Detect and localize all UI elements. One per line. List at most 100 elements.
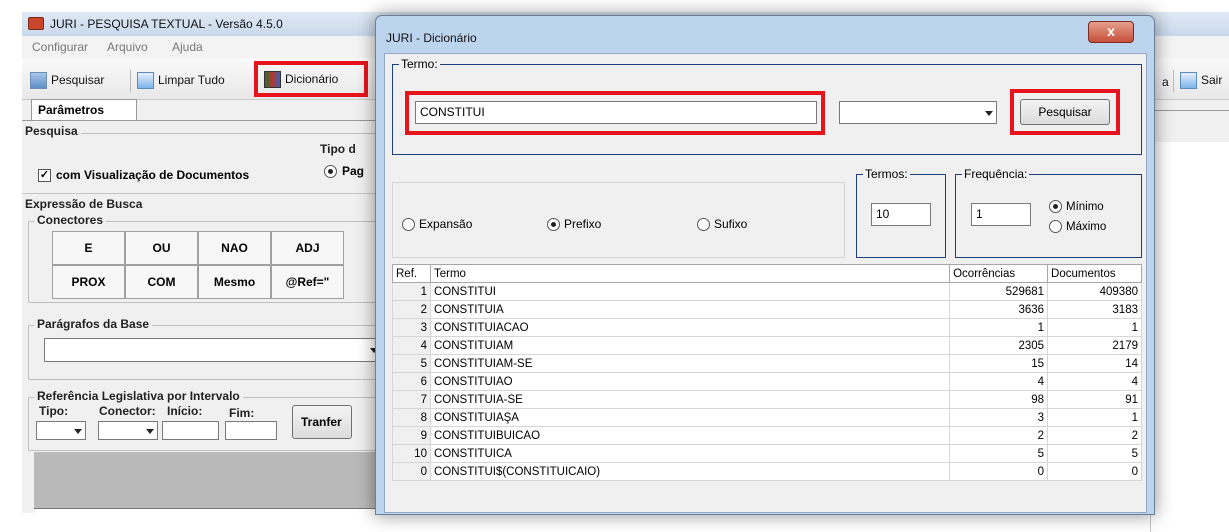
cell-termo: CONSTITUI (429, 282, 951, 301)
fim-field-label: Fim: (229, 406, 255, 420)
limpar-tudo-button[interactable]: Limpar Tudo (137, 70, 225, 90)
minimo-radio[interactable]: Mínimo (1049, 200, 1104, 213)
books-icon (264, 70, 281, 88)
dialog-body: Termo: CONSTITUI Pesquisar Expansão Pref… (384, 53, 1147, 513)
exit-icon (1180, 71, 1197, 89)
toolbar-separator (130, 70, 131, 92)
connector-prox-button[interactable]: PROX (52, 265, 125, 299)
inicio-field-label: Início: (167, 404, 203, 418)
cell-documentos: 1 (1047, 318, 1142, 337)
cell-termo: CONSTITUIAM-SE (429, 354, 951, 373)
menu-arquivo[interactable]: Arquivo (107, 40, 148, 54)
maximo-radio[interactable]: Máximo (1049, 220, 1106, 233)
radio-selected-icon (324, 164, 337, 178)
conector-field-label: Conector: (99, 404, 156, 418)
connector-e-button[interactable]: E (52, 231, 125, 265)
col-ocorrencias[interactable]: Ocorrências (949, 264, 1049, 283)
dicionario-label: Dicionário (285, 72, 339, 86)
inicio-input[interactable] (162, 421, 219, 440)
menu-configurar[interactable]: Configurar (32, 40, 88, 54)
table-row[interactable]: 2 CONSTITUIA 3636 3183 (392, 300, 1142, 319)
col-documentos[interactable]: Documentos (1047, 264, 1142, 283)
frequencia-label: Frequência: (962, 167, 1030, 181)
close-button[interactable]: x (1088, 21, 1134, 43)
connector-nao-button[interactable]: NAO (198, 231, 271, 265)
frequencia-input[interactable]: 1 (971, 203, 1031, 226)
expansao-radio[interactable]: Expansão (402, 217, 472, 231)
dicionario-button[interactable]: Dicionário (254, 61, 368, 97)
menu-ajuda[interactable]: Ajuda (172, 40, 203, 54)
chevron-down-icon (146, 428, 154, 434)
connector-mesmo-button[interactable]: Mesmo (198, 265, 271, 299)
conector-combo[interactable] (98, 421, 158, 440)
table-row[interactable]: 10 CONSTITUICA 5 5 (392, 444, 1142, 463)
sufixo-radio[interactable]: Sufixo (697, 217, 747, 231)
table-row[interactable]: 0 CONSTITUI$(CONSTITUICAIO) 0 0 (392, 462, 1142, 481)
col-ref[interactable]: Ref. (392, 264, 431, 283)
termo-label: Termo: (399, 57, 440, 71)
sair-button[interactable]: Sair (1180, 70, 1222, 90)
pesquisar-button[interactable]: Pesquisar (30, 70, 104, 90)
termo-input[interactable]: CONSTITUI (415, 101, 817, 124)
referencia-label: Referência Legislativa por Intervalo (34, 389, 243, 403)
connector-ou-button[interactable]: OU (125, 231, 198, 265)
cell-termo: CONSTITUIA-SE (429, 390, 951, 409)
table-row[interactable]: 3 CONSTITUIACAO 1 1 (392, 318, 1142, 337)
fim-input[interactable] (225, 421, 277, 440)
connector-adj-button[interactable]: ADJ (271, 231, 344, 265)
cell-documentos: 14 (1047, 354, 1142, 373)
tipo-label: Tipo d (317, 142, 359, 156)
cell-ref: 10 (392, 444, 431, 463)
tipo-pag-radio[interactable]: Pag (324, 164, 364, 178)
table-row[interactable]: 7 CONSTITUIA-SE 98 91 (392, 390, 1142, 409)
maximo-label: Máximo (1066, 220, 1107, 233)
termo-options-combo[interactable] (839, 101, 997, 124)
cell-documentos: 3183 (1047, 300, 1142, 319)
toolbar-separator (1173, 70, 1174, 92)
cell-documentos: 4 (1047, 372, 1142, 391)
dialog-search-button[interactable]: Pesquisar (1020, 99, 1110, 125)
chevron-down-icon (74, 428, 82, 434)
dialog-search-label: Pesquisar (1038, 105, 1092, 119)
table-row[interactable]: 1 CONSTITUI 529681 409380 (392, 282, 1142, 301)
connector-com-button[interactable]: COM (125, 265, 198, 299)
radio-icon (1049, 220, 1062, 233)
conectores-label: Conectores (34, 213, 107, 227)
table-row[interactable]: 9 CONSTITUIBUICAO 2 2 (392, 426, 1142, 445)
app-icon (28, 17, 44, 30)
cell-documentos: 2179 (1047, 336, 1142, 355)
transferir-button[interactable]: Tranfer (292, 405, 352, 439)
limpar-label: Limpar Tudo (158, 73, 225, 87)
pesquisa-group-label: Pesquisa (22, 124, 81, 138)
radio-selected-icon (1049, 200, 1062, 213)
table-header-row: Ref. Termo Ocorrências Documentos (392, 264, 1142, 283)
table-row[interactable]: 6 CONSTITUIAO 4 4 (392, 372, 1142, 391)
cell-ocorrencias: 15 (949, 354, 1049, 373)
dicionario-dialog: JURI - Dicionário x Termo: CONSTITUI Pes… (375, 15, 1155, 515)
tab-parametros[interactable]: Parâmetros (31, 99, 137, 121)
divider (22, 193, 382, 194)
cell-termo: CONSTITUIBUICAO (429, 426, 951, 445)
cell-ref: 5 (392, 354, 431, 373)
cell-ref: 2 (392, 300, 431, 319)
prefixo-radio[interactable]: Prefixo (547, 217, 601, 231)
cell-ocorrencias: 4 (949, 372, 1049, 391)
table-row[interactable]: 8 CONSTITUIAŞA 3 1 (392, 408, 1142, 427)
cell-ref: 3 (392, 318, 431, 337)
table-row[interactable]: 4 CONSTITUIAM 2305 2179 (392, 336, 1142, 355)
connector-ref-button[interactable]: @Ref=" (271, 265, 344, 299)
cell-documentos: 409380 (1047, 282, 1142, 301)
visualizacao-checkbox[interactable]: ✓ com Visualização de Documentos (38, 168, 249, 182)
cell-ocorrencias: 3636 (949, 300, 1049, 319)
pesquisar-label: Pesquisar (51, 73, 105, 87)
cell-documentos: 5 (1047, 444, 1142, 463)
paragrafos-combo[interactable] (44, 338, 382, 362)
cell-ocorrencias: 529681 (949, 282, 1049, 301)
termos-input[interactable]: 10 (871, 203, 931, 226)
table-row[interactable]: 5 CONSTITUIAM-SE 15 14 (392, 354, 1142, 373)
tipo-combo[interactable] (36, 421, 86, 440)
cell-documentos: 2 (1047, 426, 1142, 445)
col-termo[interactable]: Termo (429, 264, 951, 283)
radio-icon (402, 217, 415, 231)
cell-ocorrencias: 3 (949, 408, 1049, 427)
